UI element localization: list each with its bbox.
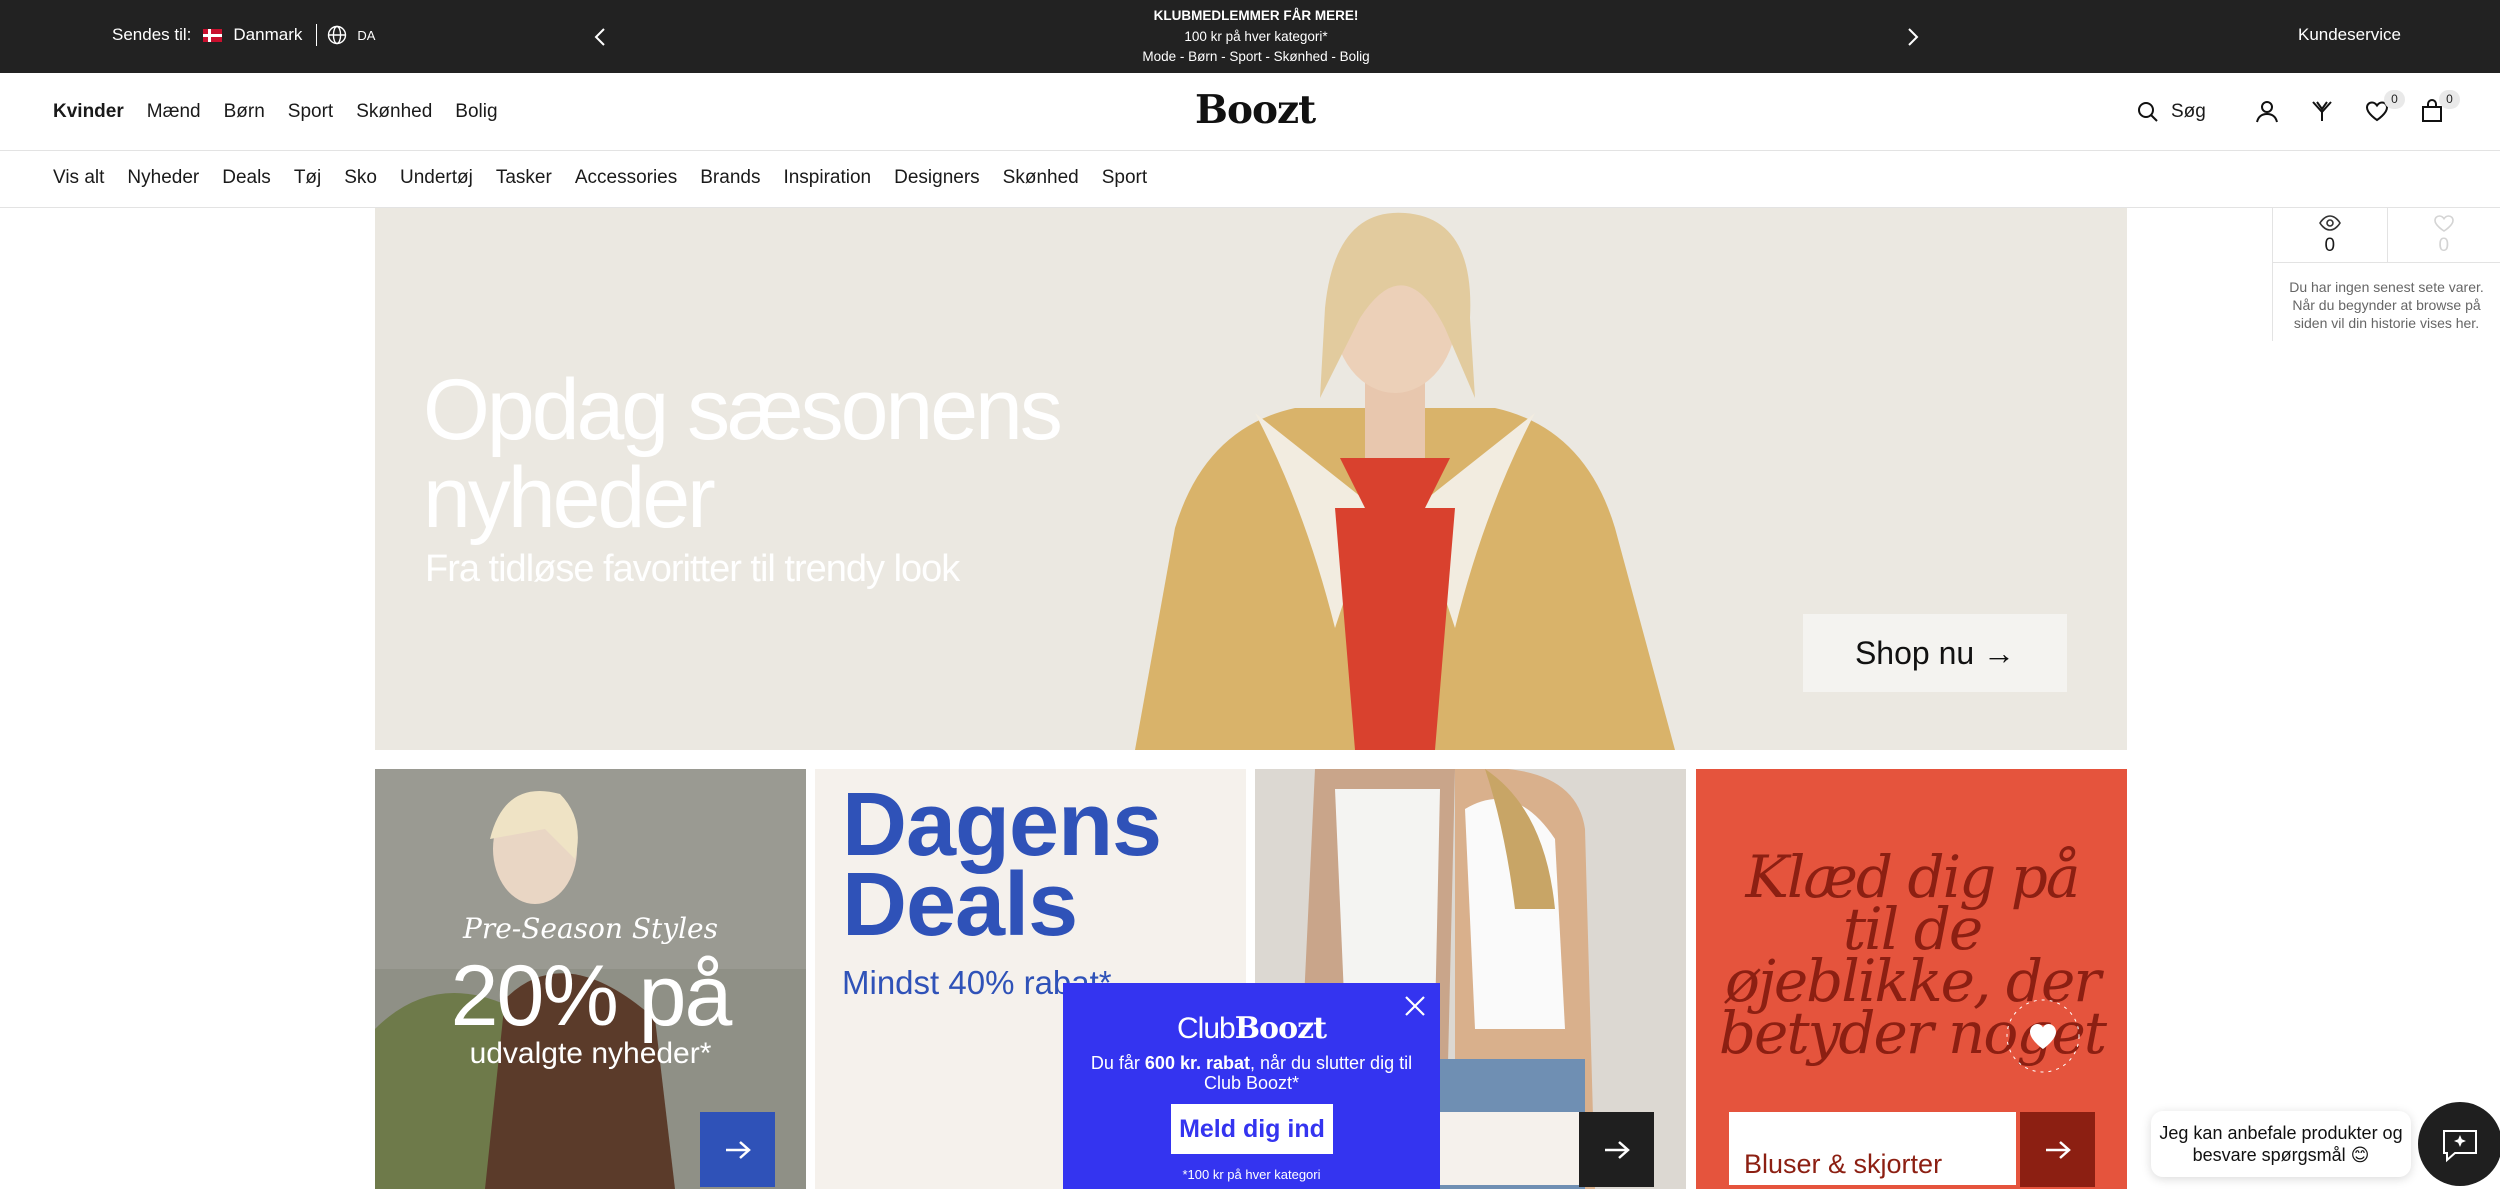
club-boozt-logo: ClubBoozt (1063, 1011, 1440, 1046)
club-offer-pre: Du får (1090, 1053, 1145, 1073)
dagens-deals-title: Dagens Deals (842, 775, 1162, 955)
bluser-skjorter-field[interactable]: Bluser & skjorter (1729, 1112, 2016, 1185)
promo-categories: Mode - Børn - Sport - Skønhed - Bolig (1142, 49, 1370, 64)
club-offer-text: Du får 600 kr. rabat, når du slutter dig… (1071, 1053, 1432, 1093)
underwear-arrow-button[interactable] (1579, 1112, 1654, 1187)
cart-count-badge: 0 (2439, 90, 2460, 109)
gender-tab-kvinder[interactable]: Kvinder (53, 101, 124, 123)
hero-subtitle: Fra tidløse favoritter til trendy look (425, 548, 960, 590)
recently-viewed-panel: 0 0 Du har ingen senest sete varer. Når … (2272, 208, 2500, 341)
club-offer-amount: 600 kr. rabat (1144, 1053, 1250, 1073)
heart-seal-icon (2006, 999, 2080, 1073)
club-icon (2312, 101, 2332, 121)
pre-season-discount: 20% på (450, 948, 733, 1044)
favorites-count: 0 (2438, 234, 2450, 256)
category-designers[interactable]: Designers (894, 167, 980, 189)
club-boozt-popup: ClubBoozt Du får 600 kr. rabat, når du s… (1063, 983, 1440, 1189)
category-accessories[interactable]: Accessories (575, 167, 677, 189)
pre-season-subtitle: udvalgte nyheder* (469, 1037, 712, 1070)
pre-season-arrow-button[interactable] (700, 1112, 775, 1187)
gender-tab-sport[interactable]: Sport (288, 101, 333, 123)
category-tasker[interactable]: Tasker (496, 167, 552, 189)
category-brands[interactable]: Brands (700, 167, 760, 189)
search-button[interactable]: Søg (2137, 101, 2206, 123)
arrow-right-icon (725, 1140, 751, 1159)
wishlist-count-badge: 0 (2384, 90, 2405, 109)
hero-title: Opdag sæsonens nyheder (423, 362, 1063, 546)
gender-tab-maend[interactable]: Mænd (147, 101, 201, 123)
hero-banner[interactable]: Opdag sæsonens nyheder Fra tidløse favor… (375, 208, 2127, 750)
denmark-flag-icon (203, 28, 223, 42)
promo-top-bar: Sendes til: Danmark DA KLUBMEDLEMMER FÅR… (0, 0, 2500, 73)
club-logo-bold: Boozt (1234, 1011, 1327, 1046)
gender-nav: Kvinder Mænd Børn Sport Skønhed Bolig (53, 101, 498, 123)
heart-health-arrow-button[interactable] (2020, 1112, 2095, 1187)
category-toej[interactable]: Tøj (294, 167, 321, 189)
join-club-button[interactable]: Meld dig ind (1171, 1104, 1333, 1154)
dagens-deals-line1: Dagens (842, 775, 1162, 875)
dagens-deals-line2: Deals (842, 855, 1078, 955)
wishlist-button[interactable]: 0 (2364, 90, 2405, 124)
chevron-right-icon (1908, 28, 1919, 46)
search-label: Søg (2171, 101, 2206, 122)
pre-season-script: Pre-Season Styles (462, 912, 718, 945)
category-nyheder[interactable]: Nyheder (127, 167, 199, 189)
user-icon (2256, 101, 2278, 123)
chat-prompt-bubble[interactable]: Jeg kan anbefale produkter og besvare sp… (2151, 1111, 2411, 1177)
gender-tab-bolig[interactable]: Bolig (455, 101, 497, 123)
customer-service-link[interactable]: Kundeservice (2298, 25, 2401, 45)
chat-assistant-button[interactable] (2418, 1102, 2500, 1186)
search-icon (2138, 102, 2158, 122)
favorites-tab[interactable]: 0 (2386, 208, 2500, 262)
category-vis-alt[interactable]: Vis alt (53, 167, 104, 189)
cart-button[interactable]: 0 (2419, 90, 2460, 124)
main-header: Kvinder Mænd Børn Sport Skønhed Bolig Bo… (0, 73, 2500, 151)
viewed-count: 0 (2324, 234, 2336, 256)
promo-message[interactable]: KLUBMEDLEMMER FÅR MERE! 100 kr på hver k… (1000, 6, 1512, 68)
promo-offer: 100 kr på hver kategori* (1184, 28, 1328, 44)
gender-tab-skoenhed[interactable]: Skønhed (356, 101, 432, 123)
club-button[interactable] (2309, 98, 2335, 124)
gender-tab-boern[interactable]: Børn (224, 101, 265, 123)
divider (316, 24, 318, 46)
ship-to-label: Sendes til: (112, 25, 192, 44)
eye-icon (2318, 214, 2341, 231)
pre-season-tile[interactable]: Pre-Season Styles 20% på udvalgte nyhede… (375, 769, 806, 1189)
recently-viewed-tab[interactable]: 0 (2273, 208, 2387, 262)
promo-prev-button[interactable] (585, 22, 615, 52)
category-nav: Vis alt Nyheder Deals Tøj Sko Undertøj T… (0, 151, 2500, 208)
language-selector[interactable]: DA (357, 28, 375, 43)
recent-empty-message: Du har ingen senest sete varer. Når du b… (2289, 279, 2484, 331)
heart-health-tile[interactable]: Klæd dig på til de øjeblikke, der betyde… (1696, 769, 2127, 1189)
boozt-logo[interactable]: Boozt (1195, 87, 1316, 133)
club-logo-light: Club (1177, 1012, 1236, 1045)
category-sko[interactable]: Sko (344, 167, 377, 189)
category-undertoej[interactable]: Undertøj (400, 167, 473, 189)
chat-sparkle-icon (2443, 1130, 2477, 1163)
globe-icon[interactable] (327, 25, 347, 45)
heart-icon (2433, 214, 2454, 232)
promo-next-button[interactable] (1898, 22, 1928, 52)
arrow-right-icon (2045, 1140, 2071, 1159)
arrow-right-icon (1604, 1140, 1630, 1159)
account-button[interactable] (2254, 98, 2280, 124)
category-sport[interactable]: Sport (1102, 167, 1147, 189)
shipping-selector[interactable]: Sendes til: Danmark DA (112, 24, 375, 46)
recent-tabs: 0 0 (2273, 208, 2500, 263)
club-fine-print: *100 kr på hver kategori (1182, 1167, 1321, 1182)
ship-country[interactable]: Danmark (233, 25, 302, 45)
category-skoenhed[interactable]: Skønhed (1003, 167, 1079, 189)
underwear-category-field[interactable] (1437, 1112, 1595, 1185)
promo-headline: KLUBMEDLEMMER FÅR MERE! (1153, 8, 1359, 23)
category-inspiration[interactable]: Inspiration (783, 167, 871, 189)
category-deals[interactable]: Deals (222, 167, 271, 189)
chevron-left-icon (594, 28, 605, 46)
hero-shop-button[interactable]: Shop nu → (1803, 614, 2067, 692)
